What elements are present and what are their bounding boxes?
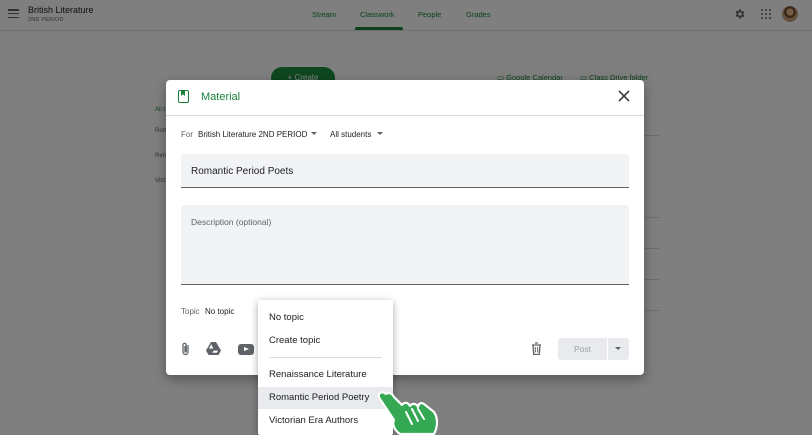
class-selector[interactable]: British Literature 2ND PERIOD: [198, 130, 307, 139]
for-label: For: [181, 130, 193, 139]
dialog-title: Material: [201, 91, 241, 103]
attachment-icon[interactable]: [180, 342, 192, 356]
hand-cursor-icon: [377, 391, 439, 435]
trash-icon[interactable]: [531, 342, 542, 355]
title-input-value: Romantic Period Poets: [191, 166, 294, 177]
close-icon[interactable]: [618, 90, 630, 102]
chevron-down-icon: [615, 347, 621, 350]
students-selector-value: All students: [330, 130, 372, 139]
menu-item-renaissance-literature[interactable]: Renaissance Literature: [258, 364, 393, 386]
material-dialog: Material For British Literature 2ND PERI…: [166, 80, 644, 375]
menu-item-no-topic[interactable]: No topic: [258, 307, 393, 329]
class-selector-value: British Literature 2ND PERIOD: [198, 130, 308, 139]
menu-item-create-topic[interactable]: Create topic: [258, 330, 393, 352]
post-button[interactable]: Post: [558, 338, 607, 360]
material-icon: [178, 90, 189, 103]
topic-label: Topic: [181, 307, 200, 316]
description-placeholder: Description (optional): [191, 217, 272, 227]
title-input[interactable]: Romantic Period Poets: [181, 154, 629, 188]
students-selector[interactable]: All students: [330, 130, 371, 139]
chevron-down-icon[interactable]: [377, 132, 383, 135]
menu-divider: [269, 357, 382, 358]
chevron-down-icon[interactable]: [311, 132, 317, 135]
google-drive-icon[interactable]: [206, 342, 221, 355]
topic-selector[interactable]: No topic: [205, 307, 234, 316]
description-input[interactable]: Description (optional): [181, 205, 629, 285]
post-options-button[interactable]: [608, 338, 629, 360]
youtube-icon[interactable]: [238, 344, 254, 355]
dialog-header: Material: [166, 80, 644, 116]
